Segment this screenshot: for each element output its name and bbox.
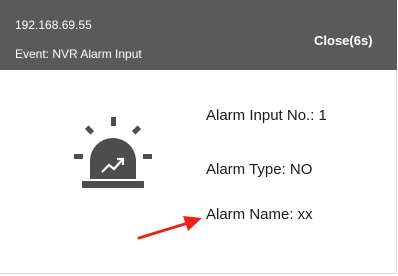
alarm-type: Alarm Type: NO <box>206 161 313 178</box>
alarm-popup: 192.168.69.55 Event: NVR Alarm Input Clo… <box>0 0 397 274</box>
alarm-input-number: Alarm Input No.: 1 <box>206 107 327 124</box>
event-label: Event: NVR Alarm Input <box>15 47 142 61</box>
alarm-name: Alarm Name: xx <box>206 206 313 223</box>
alarm-siren-icon <box>74 117 152 188</box>
popup-header: 192.168.69.55 Event: NVR Alarm Input Clo… <box>0 0 397 70</box>
device-ip: 192.168.69.55 <box>15 18 92 32</box>
close-button[interactable]: Close(6s) <box>314 33 373 49</box>
red-arrow-annotation <box>137 216 202 240</box>
